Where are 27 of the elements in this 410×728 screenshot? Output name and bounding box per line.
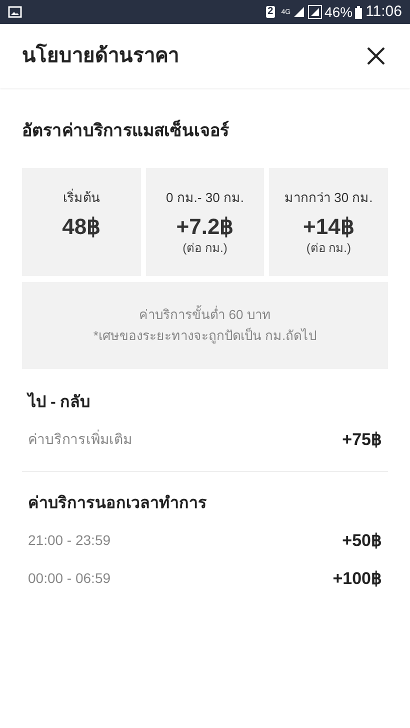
rate-label: เริ่มต้น bbox=[62, 188, 100, 206]
fee-price: +100฿ bbox=[332, 568, 382, 590]
note-text: *เศษของระยะทางจะถูกปัดเป็น กม.ถัดไป bbox=[93, 326, 317, 346]
fee-label: 00:00 - 06:59 bbox=[28, 569, 111, 588]
rate-price: +7.2฿ bbox=[176, 213, 234, 241]
clock: 11:06 bbox=[366, 2, 402, 22]
signal-icon bbox=[308, 5, 322, 19]
rate-price: 48฿ bbox=[62, 213, 101, 241]
fee-label: ค่าบริการเพิ่มเติม bbox=[28, 429, 132, 449]
sim-label: 2 bbox=[266, 6, 276, 18]
rate-unit: (ต่อ กม.) bbox=[306, 241, 351, 255]
signal-icon bbox=[292, 6, 305, 18]
group-title: ไป - กลับ bbox=[26, 391, 92, 412]
page-title: นโยบายด้านราคา bbox=[22, 42, 179, 69]
rate-label: 0 กม.- 30 กม. bbox=[166, 188, 244, 206]
section-title: อัตราค่าบริการแมสเซ็นเจอร์ bbox=[22, 118, 230, 142]
rate-label: มากกว่า 30 กม. bbox=[284, 188, 373, 206]
battery-percent: 46% bbox=[324, 2, 353, 22]
battery-icon bbox=[354, 6, 362, 18]
fee-label: 21:00 - 23:59 bbox=[28, 531, 111, 550]
note-text: ค่าบริการขั้นต่ำ 60 บาท bbox=[139, 304, 271, 324]
group-title: ค่าบริการนอกเวลาทำการ bbox=[27, 494, 208, 514]
fee-price: +50฿ bbox=[342, 530, 382, 552]
rate-price: +14฿ bbox=[302, 213, 354, 241]
fee-price: +75฿ bbox=[342, 428, 382, 451]
rate-unit: (ต่อ กม.) bbox=[182, 241, 228, 255]
image-icon bbox=[8, 6, 22, 18]
